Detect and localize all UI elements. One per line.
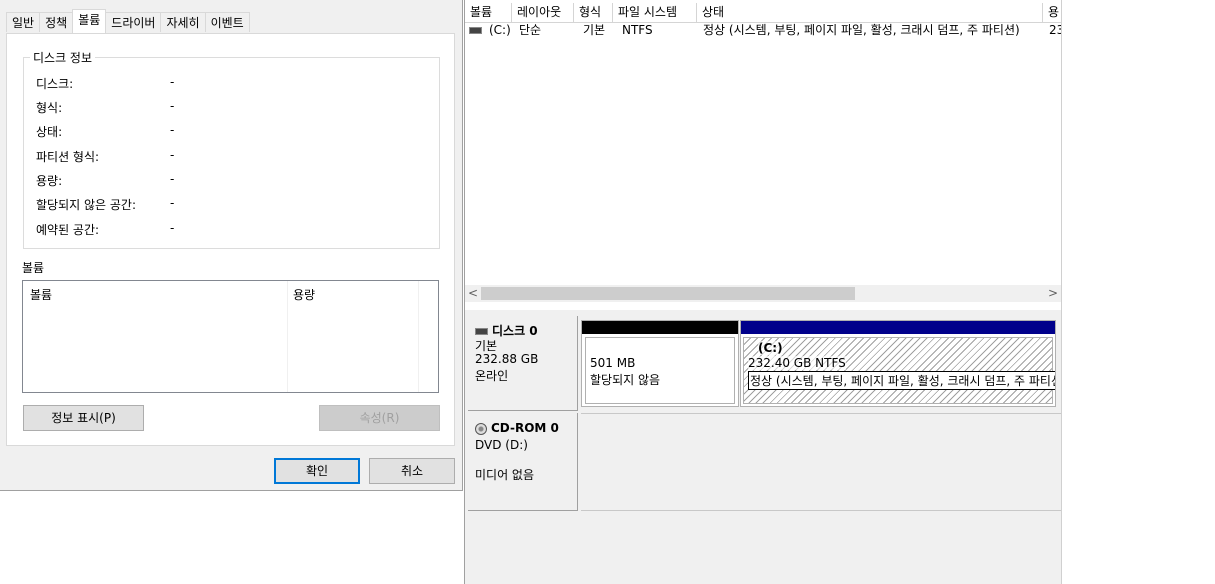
info-label-unallocated: 할당되지 않은 공간: [36, 198, 136, 212]
cdrom-0-name: CD-ROM 0 [491, 421, 559, 435]
info-label-disk: 디스크: [36, 77, 74, 91]
info-value-type: - [170, 99, 175, 113]
tab-driver[interactable]: 드라이버 [105, 12, 162, 32]
column-status[interactable]: 상태 [697, 3, 1043, 22]
volume-list-header: 볼륨 레이아웃 형식 파일 시스템 상태 용 [465, 3, 1061, 23]
info-value-unallocated: - [170, 196, 175, 210]
disk-0-type: 기본 [475, 339, 498, 353]
tab-events[interactable]: 이벤트 [204, 12, 250, 32]
partition-unallocated-size: 501 MB [590, 356, 636, 370]
info-value-disk: - [170, 75, 175, 89]
disk-0-name: 디스크 0 [492, 324, 538, 338]
partition-body: (C:) 232.40 GB NTFS 정상 (시스템, 부팅, 페이지 파일,… [743, 337, 1055, 404]
volumes-column-capacity[interactable]: 용량 [293, 286, 315, 303]
partition-unallocated[interactable]: 501 MB 할당되지 않음 [581, 320, 739, 407]
disk-properties-dialog: 일반 정책 볼륨 드라이버 자세히 이벤트 디스크 정보 디스크: - 형식: … [0, 0, 463, 491]
column-divider [287, 281, 288, 392]
volumes-list[interactable]: 볼륨 용량 [22, 280, 439, 393]
cdrom-0-area [581, 413, 1061, 511]
column-capacity[interactable]: 용 [1043, 3, 1061, 22]
column-type[interactable]: 형식 [574, 3, 613, 22]
disk-0-state: 온라인 [475, 369, 509, 383]
volume-layout: 단순 [519, 23, 542, 37]
info-value-capacity: - [170, 172, 175, 186]
cdrom-icon [475, 422, 487, 435]
partition-unallocated-status: 할당되지 않음 [590, 373, 661, 387]
horizontal-scrollbar[interactable]: < > [465, 285, 1061, 302]
volumes-tab-panel: 디스크 정보 디스크: - 형식: - 상태: - 파티션 형식: - 용량: … [6, 33, 455, 446]
partition-c-status: 정상 (시스템, 부팅, 페이지 파일, 활성, 크래시 덤프, 주 파티션) [748, 371, 1055, 390]
info-label-reserved: 예약된 공간: [36, 223, 100, 237]
column-filesystem[interactable]: 파일 시스템 [613, 3, 697, 22]
disk-graphical-view: 디스크 0 기본 232.88 GB 온라인 501 MB 할당되지 않음 (C… [465, 310, 1061, 584]
disk-0-label[interactable]: 디스크 0 기본 232.88 GB 온라인 [468, 316, 578, 411]
column-volume[interactable]: 볼륨 [465, 3, 512, 22]
disk-0-size: 232.88 GB [475, 352, 539, 366]
tab-general[interactable]: 일반 [6, 12, 41, 32]
partition-header-bar [582, 321, 738, 334]
info-value-partition-style: - [170, 148, 175, 162]
volume-filesystem: NTFS [622, 23, 653, 37]
tab-details[interactable]: 자세히 [160, 12, 206, 32]
info-label-partition-style: 파티션 형식: [36, 150, 100, 164]
disk-info-title: 디스크 정보 [30, 49, 96, 66]
column-layout[interactable]: 레이아웃 [512, 3, 574, 22]
scroll-right-icon[interactable]: > [1045, 285, 1061, 302]
cdrom-0-state: 미디어 없음 [475, 468, 535, 482]
column-divider [418, 281, 419, 392]
partition-body: 501 MB 할당되지 않음 [585, 337, 735, 404]
tab-policies[interactable]: 정책 [39, 12, 74, 32]
disk-icon [475, 328, 488, 335]
cancel-button[interactable]: 취소 [369, 458, 455, 484]
cdrom-0-label[interactable]: CD-ROM 0 DVD (D:) 미디어 없음 [468, 413, 578, 511]
volume-status: 정상 (시스템, 부팅, 페이지 파일, 활성, 크래시 덤프, 주 파티션) [703, 23, 1020, 37]
info-label-type: 형식: [36, 101, 63, 115]
info-label-capacity: 용량: [36, 174, 63, 188]
scroll-left-icon[interactable]: < [465, 285, 481, 302]
disk-0-title: 디스크 0 [475, 322, 577, 338]
cdrom-0-title: CD-ROM 0 [475, 421, 577, 438]
ok-button[interactable]: 확인 [274, 458, 360, 484]
volume-capacity: 23 [1049, 23, 1061, 37]
cdrom-0-type: DVD (D:) [475, 438, 528, 452]
tab-strip: 일반 정책 볼륨 드라이버 자세히 이벤트 [6, 9, 250, 34]
scrollbar-thumb[interactable] [481, 287, 855, 300]
volume-name: (C:) [489, 23, 511, 37]
info-value-reserved: - [170, 221, 175, 235]
partition-header-bar [741, 321, 1055, 334]
properties-button[interactable]: 속성(R) [319, 405, 440, 431]
disk-info-group: 디스크 정보 디스크: - 형식: - 상태: - 파티션 형식: - 용량: … [23, 49, 440, 249]
partition-c-size: 232.40 GB NTFS [748, 356, 846, 370]
volumes-column-volume[interactable]: 볼륨 [30, 286, 52, 303]
partition-c-label: (C:) [758, 341, 783, 355]
partition-c[interactable]: (C:) 232.40 GB NTFS 정상 (시스템, 부팅, 페이지 파일,… [740, 320, 1056, 407]
volumes-label: 볼륨 [22, 261, 45, 275]
info-value-status: - [170, 123, 175, 137]
volume-icon [469, 22, 486, 39]
disk-icon [469, 27, 482, 34]
info-label-status: 상태: [36, 125, 63, 139]
populate-button[interactable]: 정보 표시(P) [23, 405, 144, 431]
tab-volumes[interactable]: 볼륨 [72, 9, 107, 33]
volume-type: 기본 [583, 23, 606, 37]
disk-management-window: 볼륨 레이아웃 형식 파일 시스템 상태 용 (C:) 단순 기본 NTFS 정… [464, 0, 1062, 584]
